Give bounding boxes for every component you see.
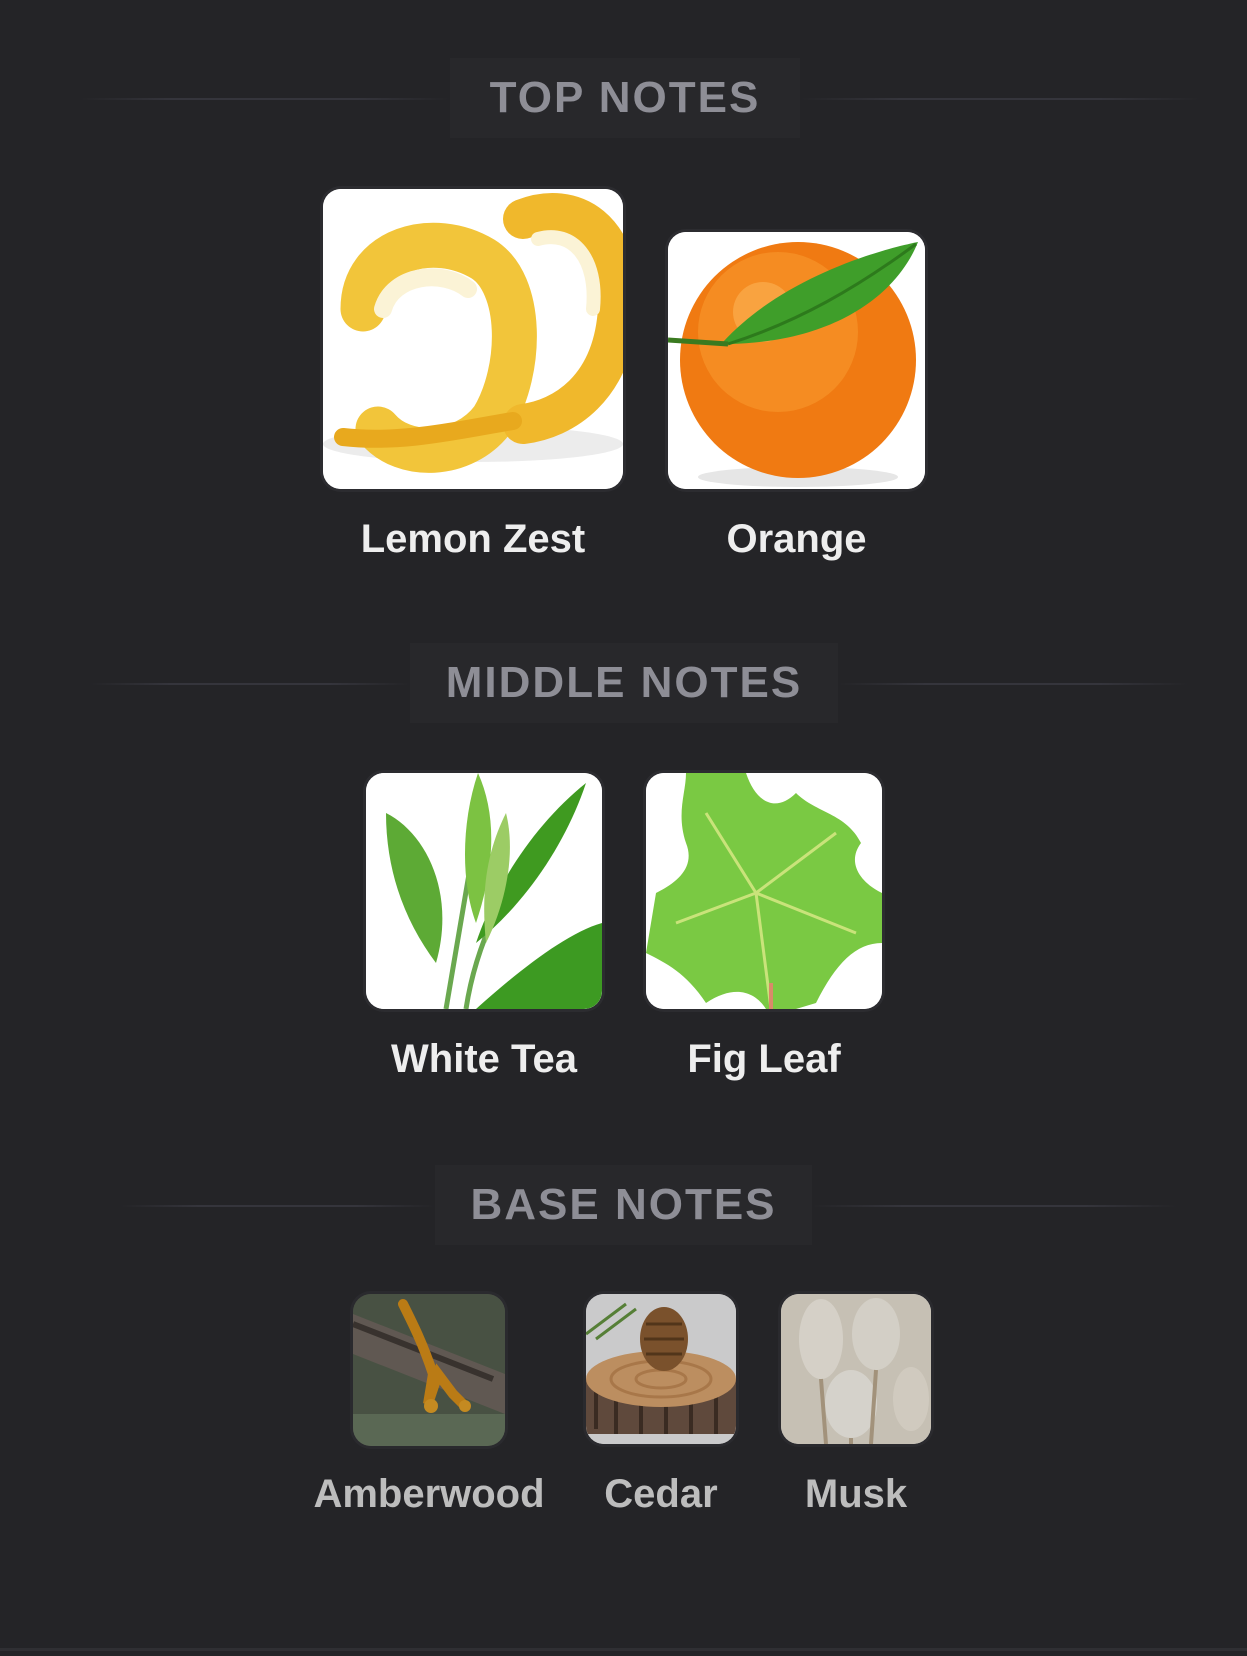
- heading-divider: [800, 98, 1200, 100]
- section-title: BASE NOTES: [470, 1180, 777, 1229]
- section-title: MIDDLE NOTES: [445, 658, 803, 707]
- bottom-divider: [0, 1648, 1247, 1651]
- heading-pill: MIDDLE NOTES: [410, 643, 838, 723]
- note-label: Cedar: [604, 1472, 718, 1516]
- heading-divider: [120, 1205, 435, 1207]
- orange-image: [668, 232, 925, 489]
- section-title: TOP NOTES: [489, 73, 761, 122]
- middle-notes-heading: MIDDLE NOTES: [0, 643, 1247, 723]
- heading-divider: [838, 683, 1188, 685]
- amberwood-image: [353, 1294, 505, 1446]
- note-label: Lemon Zest: [360, 517, 586, 561]
- note-label: Amberwood: [313, 1472, 545, 1516]
- base-notes-heading: BASE NOTES: [0, 1165, 1247, 1245]
- heading-divider: [812, 1205, 1177, 1207]
- lemon-zest-image: [323, 189, 623, 489]
- fig-leaf-image: [646, 773, 882, 1009]
- fragrance-notes-page: TOP NOTES Lemon Zest Orange MIDDLE NOTES…: [0, 0, 1247, 1656]
- note-label: Fig Leaf: [687, 1037, 841, 1081]
- heading-pill: TOP NOTES: [450, 58, 800, 138]
- cedar-image: [586, 1294, 736, 1444]
- heading-divider: [80, 98, 450, 100]
- top-notes-heading: TOP NOTES: [0, 58, 1247, 138]
- musk-image: [781, 1294, 931, 1444]
- note-label: Musk: [804, 1472, 908, 1516]
- note-label: White Tea: [391, 1037, 577, 1081]
- white-tea-image: [366, 773, 602, 1009]
- heading-divider: [90, 683, 410, 685]
- heading-pill: BASE NOTES: [435, 1165, 812, 1245]
- note-label: Orange: [726, 517, 867, 561]
